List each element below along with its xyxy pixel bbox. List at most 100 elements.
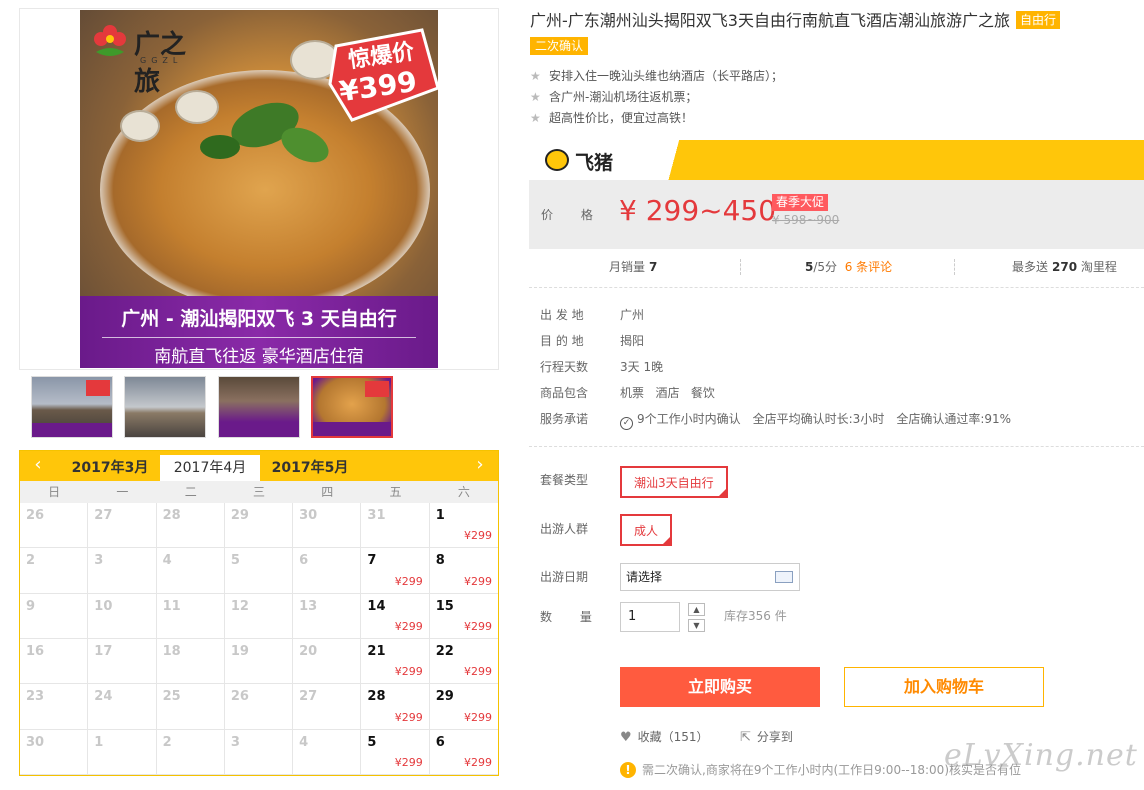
price-label: 价 格 (541, 208, 605, 222)
monthly-sales-label: 月销量 (609, 260, 646, 274)
rating: 5/5分 6 条评论 (801, 255, 892, 279)
prev-month-icon[interactable]: ‹ (28, 455, 48, 475)
feature-item: ★ 含广州-潮汕机场往返机票； (530, 87, 783, 108)
calendar-day-cell: 19 (224, 638, 294, 685)
watermark: eLvXing.net (944, 738, 1138, 773)
calendar-day-cell[interactable]: 7 ¥299 (361, 548, 430, 594)
package-option-button[interactable]: 潮汕3天自由行 (620, 466, 728, 498)
thumbnail-banner (313, 422, 391, 436)
calendar-day-number: 6 (435, 734, 445, 750)
fliggy-pig-icon (545, 149, 569, 171)
calendar-day-cell: 24 (88, 684, 157, 730)
detail-row: 目 的 地 揭阳 (540, 328, 1011, 354)
date-placeholder: 请选择 (626, 570, 663, 584)
original-price: ¥ 598~900 (772, 213, 840, 227)
calendar-day-price: ¥299 (394, 710, 423, 724)
thumbnail-badge (86, 380, 110, 396)
calendar-day-cell[interactable]: 5 ¥299 (361, 729, 430, 775)
package-type-label: 套餐类型 (540, 473, 589, 487)
calendar-day-number: 30 (299, 508, 318, 523)
calendar-day-cell[interactable]: 8 ¥299 (429, 548, 498, 594)
thumbnail-2[interactable] (124, 376, 206, 438)
brand-logo: 广之旅 GGZL (90, 18, 210, 97)
feature-item: ★ 超高性价比，便宜过高铁！ (530, 108, 783, 129)
month-tab-march[interactable]: 2017年3月 (60, 455, 160, 481)
thumbnail-4[interactable] (311, 376, 393, 438)
adult-option-button[interactable]: 成人 (620, 514, 673, 546)
detail-value: 3天 1晚 (620, 360, 664, 374)
calendar-day-number: 10 (94, 598, 113, 614)
calendar-day-cell[interactable]: 14 ¥299 (361, 593, 430, 639)
calendar-day-cell[interactable]: 6 ¥299 (429, 730, 498, 775)
calendar-day-cell: 30 (293, 503, 362, 549)
calendar-day-number: 16 (26, 643, 45, 659)
weekday-label: 五 (389, 485, 402, 499)
favorite-button[interactable]: ♥ 收藏（151） (620, 728, 709, 747)
share-label: 分享到 (756, 730, 793, 744)
calendar-day-cell: 4 (293, 729, 362, 775)
calendar-day-cell: 11 (156, 593, 225, 639)
calendar-day-number: 29 (435, 689, 454, 705)
star-icon: ★ (530, 69, 541, 83)
heart-icon: ♥ (620, 730, 632, 745)
calendar-day-cell[interactable]: 21 ¥299 (361, 638, 430, 685)
main-product-image[interactable]: 广之旅 GGZL 惊爆价 ¥399 广州 - 潮汕揭阳双飞 3 天自由行 南航直… (80, 10, 438, 368)
calendar-day-cell: 3 (224, 729, 294, 775)
review-count-link[interactable]: 6 条评论 (845, 260, 892, 274)
share-button[interactable]: ⇱ 分享到 (740, 728, 793, 747)
feature-item: ★ 安排入住一晚汕头维也纳酒店（长平路店）； (530, 66, 783, 87)
next-month-icon[interactable]: › (470, 455, 490, 475)
herb-garnish (200, 135, 240, 159)
weekday-label: 四 (321, 485, 334, 499)
service-row: 服务承诺 ✓ 9个工作小时内确认 全店平均确认时长:3小时 全店确认通过率:91% (540, 406, 1011, 432)
calendar-day-number: 1 (435, 508, 445, 523)
calendar-header: ‹ 2017年3月 2017年4月 2017年5月 › (20, 451, 498, 481)
feature-list: ★ 安排入住一晚汕头维也纳酒店（长平路店）； ★ 含广州-潮汕机场往返机票； ★ 超高… (530, 66, 783, 129)
thumbnail-3[interactable] (218, 376, 300, 438)
monthly-sales: 月销量 7 (609, 255, 657, 279)
calendar-day-cell: 6 (293, 548, 362, 594)
calendar-day-price: ¥299 (463, 710, 492, 724)
quantity-increase-icon[interactable]: ▲ (688, 603, 705, 616)
calendar-day-number: 29 (230, 508, 249, 523)
thumbnail-strip (31, 376, 401, 440)
calendar-day-number: 8 (435, 553, 445, 569)
month-tab-april[interactable]: 2017年4月 (160, 455, 260, 481)
calendar-day-number: 2 (162, 734, 172, 750)
month-tab-may[interactable]: 2017年5月 (260, 455, 360, 481)
buy-now-button[interactable]: 立即购买 (620, 667, 820, 707)
flower-logo-icon (94, 25, 126, 56)
add-to-cart-button[interactable]: 加入购物车 (844, 667, 1044, 707)
calendar-day-price: ¥299 (463, 619, 492, 633)
weekday-label: 一 (116, 485, 129, 499)
quantity-input[interactable]: 1 (620, 602, 680, 632)
calendar-day-cell[interactable]: 29 ¥299 (429, 684, 498, 730)
calendar-day-cell[interactable]: 1 ¥299 (429, 503, 498, 549)
mileage-reward: 最多送 270 淘里程 (1012, 255, 1117, 279)
detail-label: 目 的 地 (540, 334, 584, 348)
calendar-day-cell[interactable]: 15 ¥299 (429, 594, 498, 639)
product-title: 广州-广东潮州汕头揭阳双飞3天自由行南航直飞酒店潮汕旅游广之旅 自由行 (530, 10, 1130, 32)
calendar-day-number: 26 (230, 689, 249, 705)
thumbnail-1[interactable] (31, 376, 113, 438)
banner-title: 广州 - 潮汕揭阳双飞 3 天自由行 (121, 308, 397, 330)
calendar-day-number: 11 (162, 598, 181, 614)
calendar-day-cell: 20 (293, 638, 362, 685)
thumbnail-banner (32, 423, 112, 437)
calendar-day-price: ¥299 (463, 529, 492, 543)
calendar-day-number: 5 (367, 734, 377, 750)
quantity-decrease-icon[interactable]: ▼ (688, 619, 705, 632)
stock-count: 库存356 件 (724, 609, 787, 623)
calendar-day-number: 19 (230, 643, 249, 659)
thumbnail-banner (219, 423, 299, 437)
calendar-icon[interactable] (775, 571, 793, 583)
price-range: ¥ 299~450 (619, 194, 777, 227)
calendar-day-cell[interactable]: 28 ¥299 (361, 684, 430, 730)
calendar-day-number: 7 (367, 553, 377, 569)
calendar-day-cell[interactable]: 22 ¥299 (429, 639, 498, 685)
calendar-day-number: 31 (367, 508, 386, 523)
main-image-frame: 广之旅 GGZL 惊爆价 ¥399 广州 - 潮汕揭阳双飞 3 天自由行 南航直… (19, 8, 499, 370)
calendar-day-number: 2 (26, 553, 36, 569)
travel-date-picker[interactable]: 请选择 (620, 563, 800, 591)
logo-subtext: GGZL (140, 56, 183, 65)
